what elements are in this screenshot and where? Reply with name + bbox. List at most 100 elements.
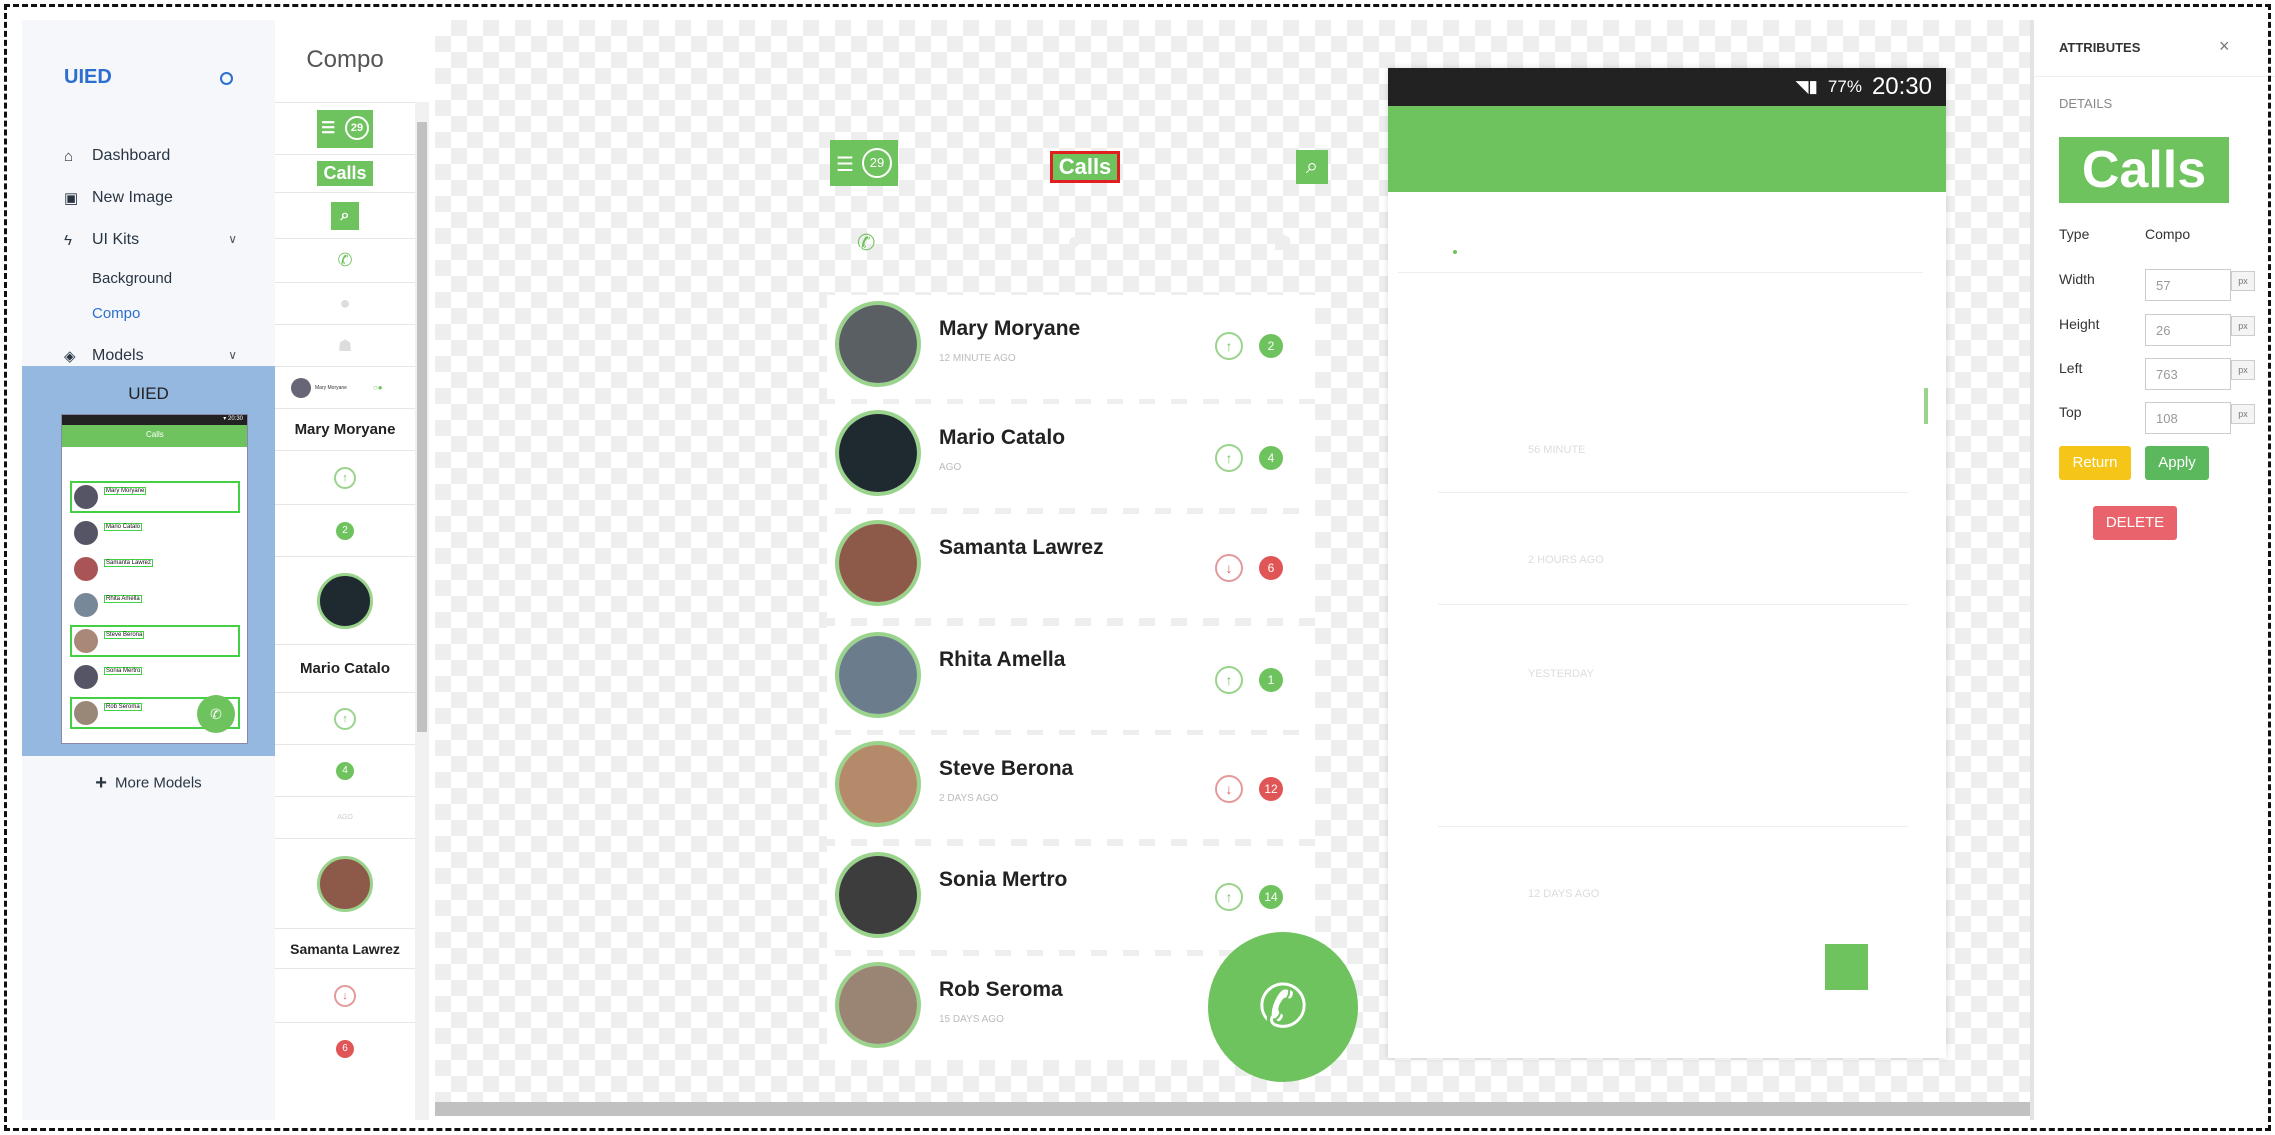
contact-row[interactable]: Steve Berona 2 DAYS AGO ↓ 12 [827,735,1315,839]
compo-item-calls[interactable]: Calls [275,154,415,192]
search-icon[interactable]: ⌕ [1296,150,1328,184]
compo-panel: Compo ☰ 29 Calls ⌕ ✆ ● ☗ Mary Moryane ○● M… [275,20,435,1120]
canvas-horizontal-scrollbar[interactable] [435,1102,2030,1116]
group-icon[interactable]: ☗ [1273,230,1293,256]
image-icon: ▣ [64,190,79,207]
compo-item-name[interactable]: Mary Moryane [275,408,415,450]
contact-row[interactable]: Mary Moryane 12 MINUTE AGO ↑ 2 [827,295,1315,399]
compo-item-group[interactable]: ☗ [275,324,415,366]
compo-item-row[interactable]: Mary Moryane ○● [275,366,415,408]
attributes-title: ATTRIBUTES [2059,40,2141,55]
avatar [835,852,921,938]
contact-row[interactable]: Mario Catalo AGO ↑ 4 [827,404,1315,508]
compo-item-arrow[interactable]: ↑ [275,692,415,744]
compo-item-chat[interactable]: ● [275,282,415,324]
phone-icon[interactable]: ✆ [857,230,875,256]
compo-item-avatar[interactable] [275,838,415,928]
contact-time: 15 DAYS AGO [939,1014,1004,1025]
compo-item-badge[interactable]: 4 [275,744,415,796]
more-models-button[interactable]: + More Models [22,772,275,795]
apply-button[interactable]: Apply [2145,446,2209,480]
compo-item-badge[interactable]: 2 [275,504,415,556]
compo-tiny-name: Mary Moryane [315,384,347,391]
ghost-time: 56 MINUTE [1528,444,1586,456]
avatar-image [839,636,917,714]
contact-row[interactable]: Rhita Amella ↑ 1 [827,626,1315,730]
mini-avatar [74,557,98,581]
nav-ui-kits[interactable]: ϟ UI Kits ∨ [22,219,275,261]
status-bar: ◥▮ 77% 20:30 [1388,68,1946,106]
delete-button[interactable]: DELETE [2093,506,2177,540]
ghost-time: 12 DAYS AGO [1528,888,1600,900]
compo-item-name[interactable]: Mario Catalo [275,644,415,692]
compo-item-ago[interactable]: AGO [275,796,415,838]
arrow-up-icon: ↑ [1215,666,1243,694]
nav-dashboard[interactable]: ⌂ Dashboard [22,135,275,177]
width-unit: px [2231,271,2255,291]
menu-icon[interactable]: ☰ 29 [830,140,898,186]
type-value: Compo [2145,226,2191,242]
height-input[interactable] [2145,314,2231,346]
contact-name: Samanta Lawrez [939,536,1104,559]
call-fab-button[interactable]: ✆ [1208,932,1358,1082]
contact-row[interactable]: Sonia Mertro ↑ 14 [827,846,1315,950]
mini-name: Rob Seroma [104,703,142,711]
mini-avatar [74,485,98,509]
contact-row[interactable]: Samanta Lawrez ↓ 6 [827,514,1315,618]
divider [1438,826,1908,827]
compo-badge: 6 [336,1039,354,1058]
contact-name: Rhita Amella [939,648,1066,671]
contact-time: 12 MINUTE AGO [939,353,1016,364]
ghost-time: 2 HOURS AGO [1528,554,1604,566]
nav-background[interactable]: Background [22,261,275,296]
avatar-image [839,856,917,934]
top-input[interactable] [2145,402,2231,434]
compo-item-menu[interactable]: ☰ 29 [275,102,415,154]
compo-scrollbar[interactable] [415,102,429,1120]
left-input[interactable] [2145,358,2231,390]
arrow-up-icon: ↑ [1215,332,1243,360]
compo-item-badge[interactable]: 6 [275,1022,415,1074]
scrollbar-thumb[interactable] [417,122,427,732]
model-thumbnail[interactable]: ▾ 20:30 Calls Mary Moryane Mario Catalo … [61,414,248,744]
compo-item-search[interactable]: ⌕ [275,192,415,238]
left-label: Left [2059,360,2083,376]
layers-icon: ◈ [64,348,76,365]
chevron-down-icon: ∨ [228,348,237,362]
arrow-down-icon: ↓ [1215,775,1243,803]
compo-item-arrow[interactable]: ↑ [275,450,415,504]
height-label: Height [2059,316,2100,332]
avatar [835,632,921,718]
compo-calls-label: Calls [317,161,373,186]
selected-calls-component[interactable]: Calls [1050,151,1120,183]
battery-text: 77% [1827,77,1862,96]
compo-item-avatar[interactable] [275,556,415,644]
mini-row: Mario Catalo [70,517,240,549]
chat-icon[interactable]: ● [1067,228,1082,256]
nav-new-image[interactable]: ▣ New Image [22,177,275,219]
mini-status-bar: ▾ 20:30 [62,415,247,425]
compo-item-phone[interactable]: ✆ [275,238,415,282]
compo-name: Samanta Lawrez [290,940,400,957]
return-button[interactable]: Return [2059,446,2131,480]
phone-icon: ✆ [337,250,353,270]
width-input[interactable] [2145,269,2231,301]
compo-item-name[interactable]: Samanta Lawrez [275,928,415,968]
nav-compo[interactable]: Compo [22,296,275,331]
avatar [835,962,921,1048]
avatar-image [839,305,917,383]
app-logo[interactable]: UIED [64,66,112,89]
phone-preview: ◥▮ 77% 20:30 56 MINUTE 2 HOURS AGO YESTERD… [1388,68,1946,1058]
dots-icon: ○● [372,383,383,392]
bolt-icon: ϟ [64,231,72,249]
model-card[interactable]: UIED ▾ 20:30 Calls Mary Moryane Mario Ca… [22,366,275,756]
contact-name: Sonia Mertro [939,868,1068,891]
logo-row: UIED [22,20,275,135]
avatar-image [839,524,917,602]
collapse-toggle-icon[interactable] [220,72,233,85]
count-badge: 1 [1259,668,1283,692]
compo-badge: 4 [336,761,354,780]
compo-item-arrow[interactable]: ↓ [275,968,415,1022]
contact-time: AGO [939,462,962,473]
close-icon[interactable]: × [2219,36,2230,57]
